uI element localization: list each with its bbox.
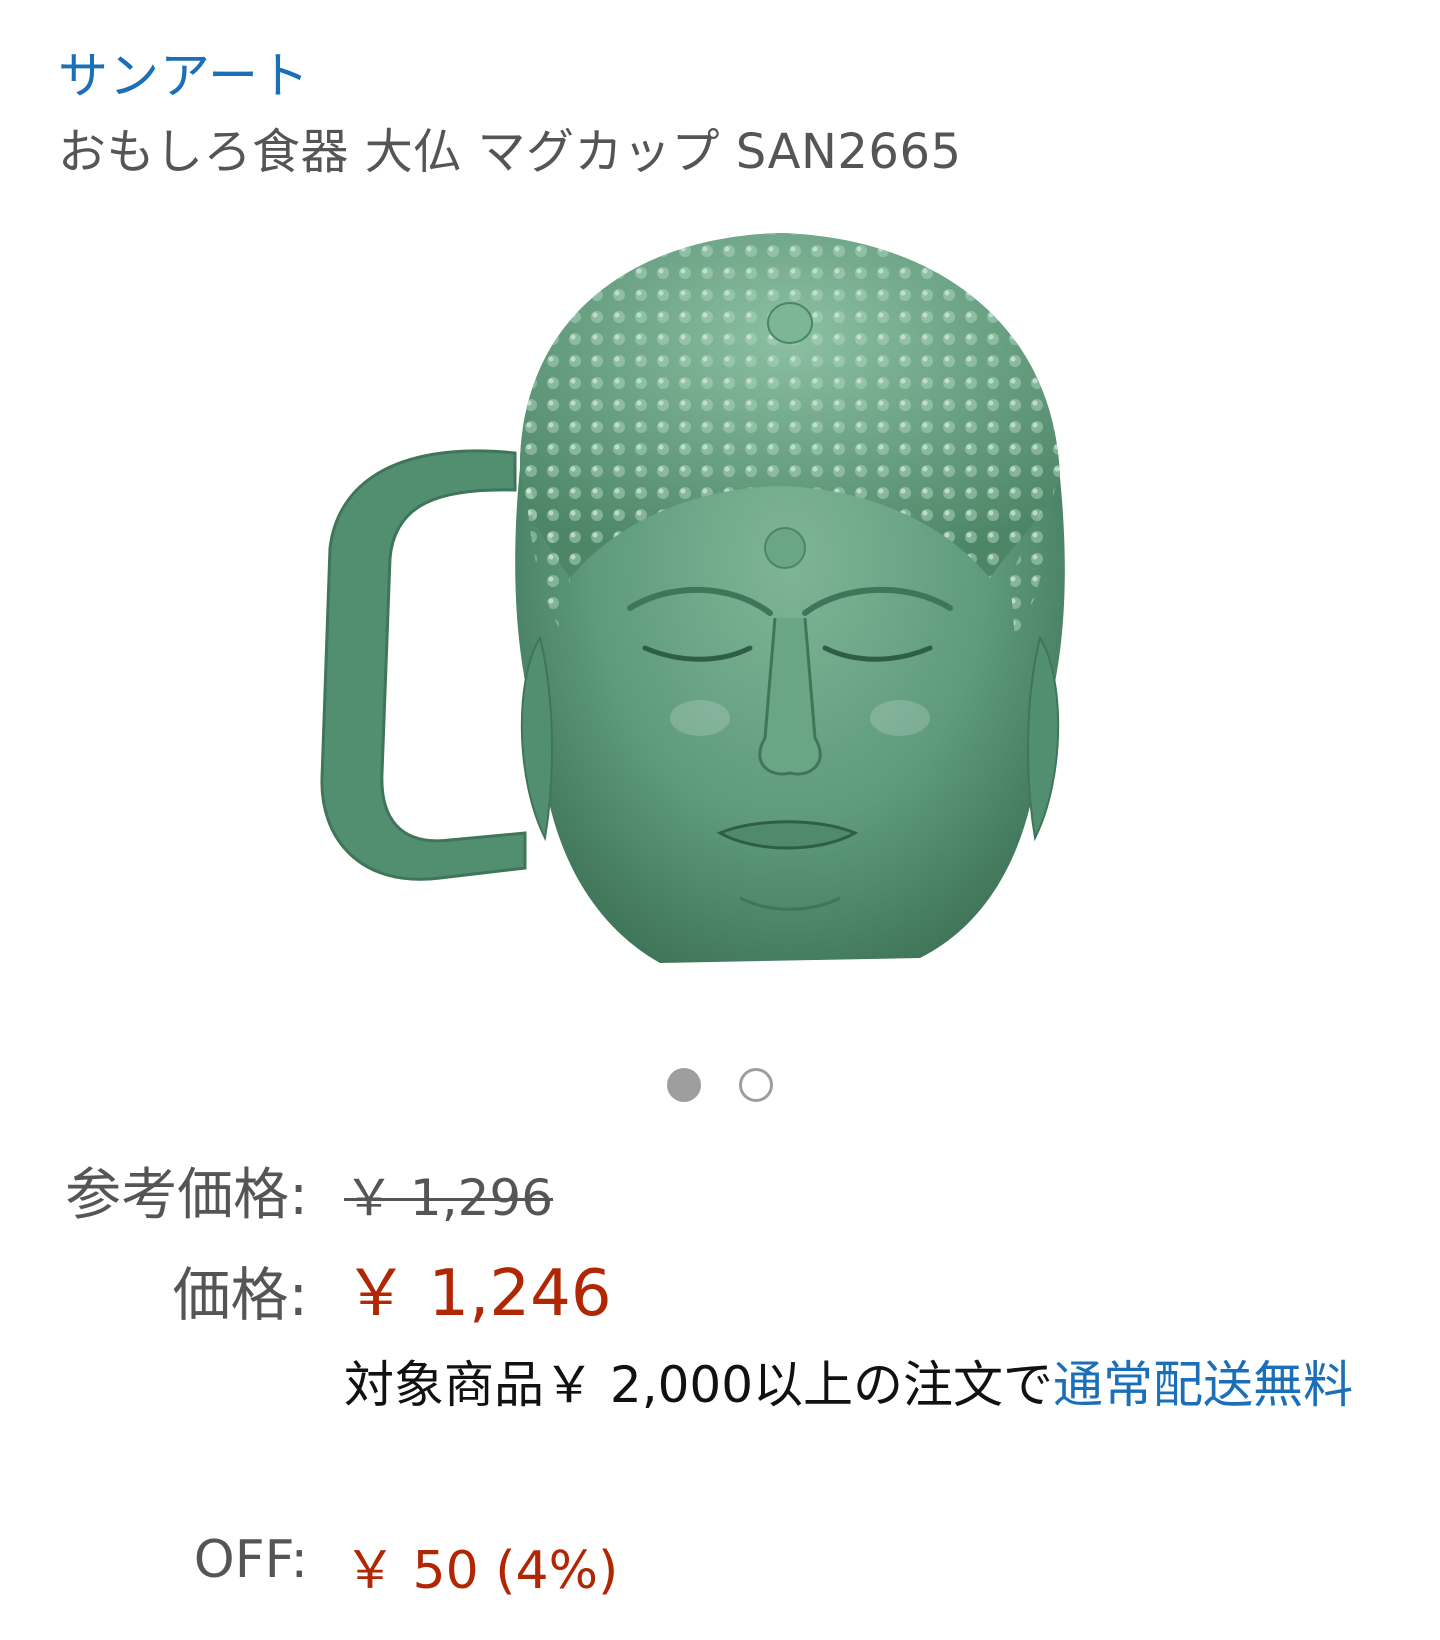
off-value: ￥ 50 (4%) [344, 1541, 619, 1601]
brand-link[interactable]: サンアート [58, 36, 310, 108]
reference-price-label: 参考価格: [65, 1163, 308, 1228]
carousel-indicator [0, 1068, 1440, 1102]
shipping-text: 対象商品￥ 2,000以上の注文で [344, 1356, 1054, 1414]
shipping-info: 対象商品￥ 2,000以上の注文で通常配送無料 [344, 1346, 1384, 1424]
price-label: 価格: [172, 1261, 308, 1329]
product-title: おもしろ食器 大仏 マグカップ SAN2665 [58, 124, 962, 180]
free-shipping-link[interactable]: 通常配送無料 [1053, 1356, 1353, 1414]
off-label: OFF: [193, 1530, 308, 1590]
carousel-dot-1[interactable] [667, 1068, 701, 1102]
buddha-mug-illustration [320, 233, 1065, 963]
product-image[interactable] [300, 218, 1140, 1028]
price-value: ￥ 1,246 [344, 1257, 612, 1331]
carousel-dot-2[interactable] [739, 1068, 773, 1102]
reference-price-value: ￥ 1,296 [344, 1169, 554, 1227]
